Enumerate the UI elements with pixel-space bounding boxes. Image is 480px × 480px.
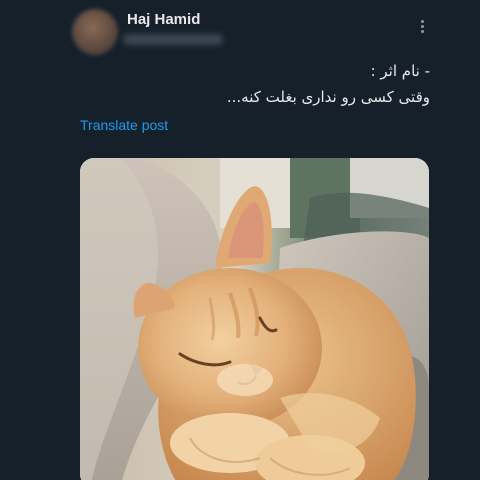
post-text-line: - نام اثر : <box>370 62 430 80</box>
author-handle-redacted <box>123 34 223 45</box>
post-text-line: وقتی کسی رو نداری بغلت کنه... <box>226 88 430 106</box>
translate-post-link[interactable]: Translate post <box>80 117 168 133</box>
more-options-button[interactable] <box>408 14 436 38</box>
avatar[interactable] <box>72 9 118 55</box>
more-vertical-icon <box>420 19 424 33</box>
author-name[interactable]: Haj Hamid <box>127 11 200 28</box>
post-text: - نام اثر : وقتی کسی رو نداری بغلت کنه..… <box>100 58 430 110</box>
cat-image <box>80 158 429 480</box>
post-image[interactable] <box>80 158 429 480</box>
post-card: Haj Hamid - نام اثر : وقتی کسی رو نداری … <box>0 0 480 480</box>
